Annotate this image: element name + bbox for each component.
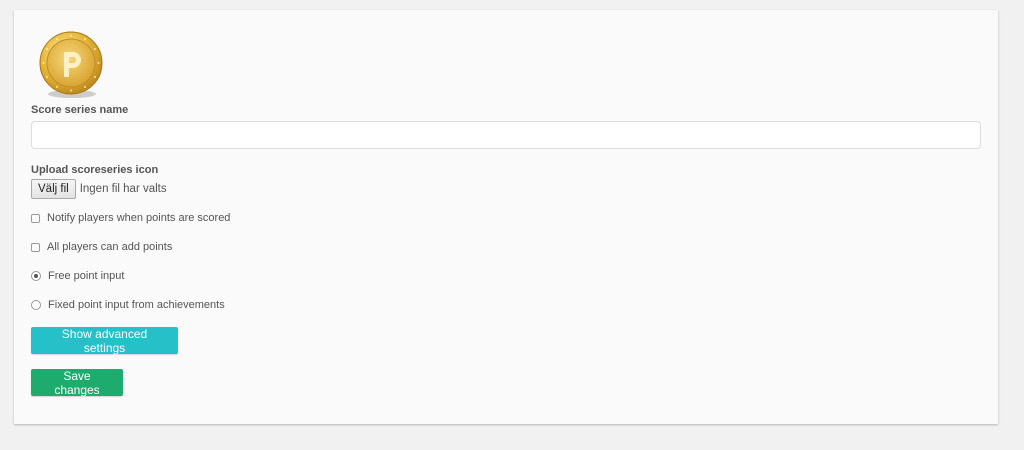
free-point-input-radio[interactable] [31,271,41,281]
score-series-name-label: Score series name [31,104,129,116]
notify-players-label: Notify players when points are scored [47,212,231,224]
gold-coin-icon [39,31,103,98]
upload-icon-label: Upload scoreseries icon [31,164,159,176]
show-advanced-settings-button[interactable]: Show advanced settings [31,327,178,355]
score-series-panel: Score series name Upload scoreseries ico… [14,10,998,424]
all-players-checkbox[interactable] [31,242,40,252]
file-status-text: Ingen fil har valts [79,183,167,195]
all-players-label: All players can add points [47,241,173,253]
notify-players-checkbox[interactable] [31,213,40,223]
fixed-point-input-option[interactable]: Fixed point input from achievements [31,298,225,312]
all-players-option[interactable]: All players can add points [31,240,172,254]
fixed-point-input-label: Fixed point input from achievements [48,299,225,311]
file-upload: Välj fil Ingen fil har valts [31,179,167,199]
choose-file-button[interactable]: Välj fil [31,179,76,199]
free-point-input-label: Free point input [48,270,125,282]
score-series-name-input[interactable] [31,121,981,149]
free-point-input-option[interactable]: Free point input [31,269,124,283]
save-changes-button[interactable]: Save changes [31,369,123,397]
notify-players-option[interactable]: Notify players when points are scored [31,211,230,225]
fixed-point-input-radio[interactable] [31,300,41,310]
